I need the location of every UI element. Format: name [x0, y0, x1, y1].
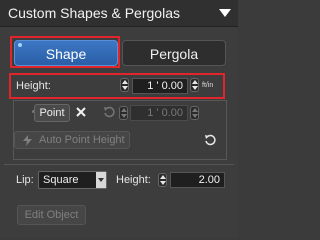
panel-header: Custom Shapes & Pergolas [0, 0, 238, 27]
tab-indicator-dot [18, 43, 22, 47]
edit-object-button: Edit Object [17, 205, 86, 225]
custom-shapes-panel: Custom Shapes & Pergolas Shape Pergola H… [0, 0, 238, 238]
lip-label: Lip: [16, 174, 34, 186]
refresh-icon[interactable] [204, 134, 216, 146]
lip-height-stepper[interactable] [158, 173, 167, 187]
tab-shape[interactable]: Shape [14, 40, 118, 66]
reset-point-icon [104, 106, 115, 118]
tab-pergola[interactable]: Pergola [122, 40, 226, 66]
lip-selected-value: Square [43, 174, 79, 186]
lip-select[interactable]: Square [38, 171, 107, 189]
auto-point-height-label: Auto Point Height [39, 134, 125, 146]
collapse-triangle-icon[interactable] [218, 7, 232, 19]
section-divider [4, 164, 234, 165]
point-feet-stepper [119, 106, 128, 120]
lip-height-input[interactable]: 2.00 [170, 172, 225, 188]
lip-height-label: Height: [116, 174, 151, 186]
panel-title: Custom Shapes & Pergolas [8, 5, 180, 21]
point-button[interactable]: Point [34, 104, 70, 122]
height-label: Height: [16, 80, 51, 92]
height-feet-stepper[interactable] [120, 78, 129, 92]
auto-point-height-button: Auto Point Height [14, 131, 130, 149]
close-icon[interactable] [76, 107, 86, 117]
point-inch-stepper [190, 106, 199, 120]
point-height-input: 1 ' 0.00 [130, 105, 188, 121]
height-input[interactable]: 1 ' 0.00 [132, 78, 188, 94]
lightning-icon [23, 135, 32, 146]
chevron-down-icon[interactable] [96, 172, 106, 188]
height-unit: ft/in [202, 82, 214, 89]
height-inch-stepper[interactable] [190, 78, 199, 92]
